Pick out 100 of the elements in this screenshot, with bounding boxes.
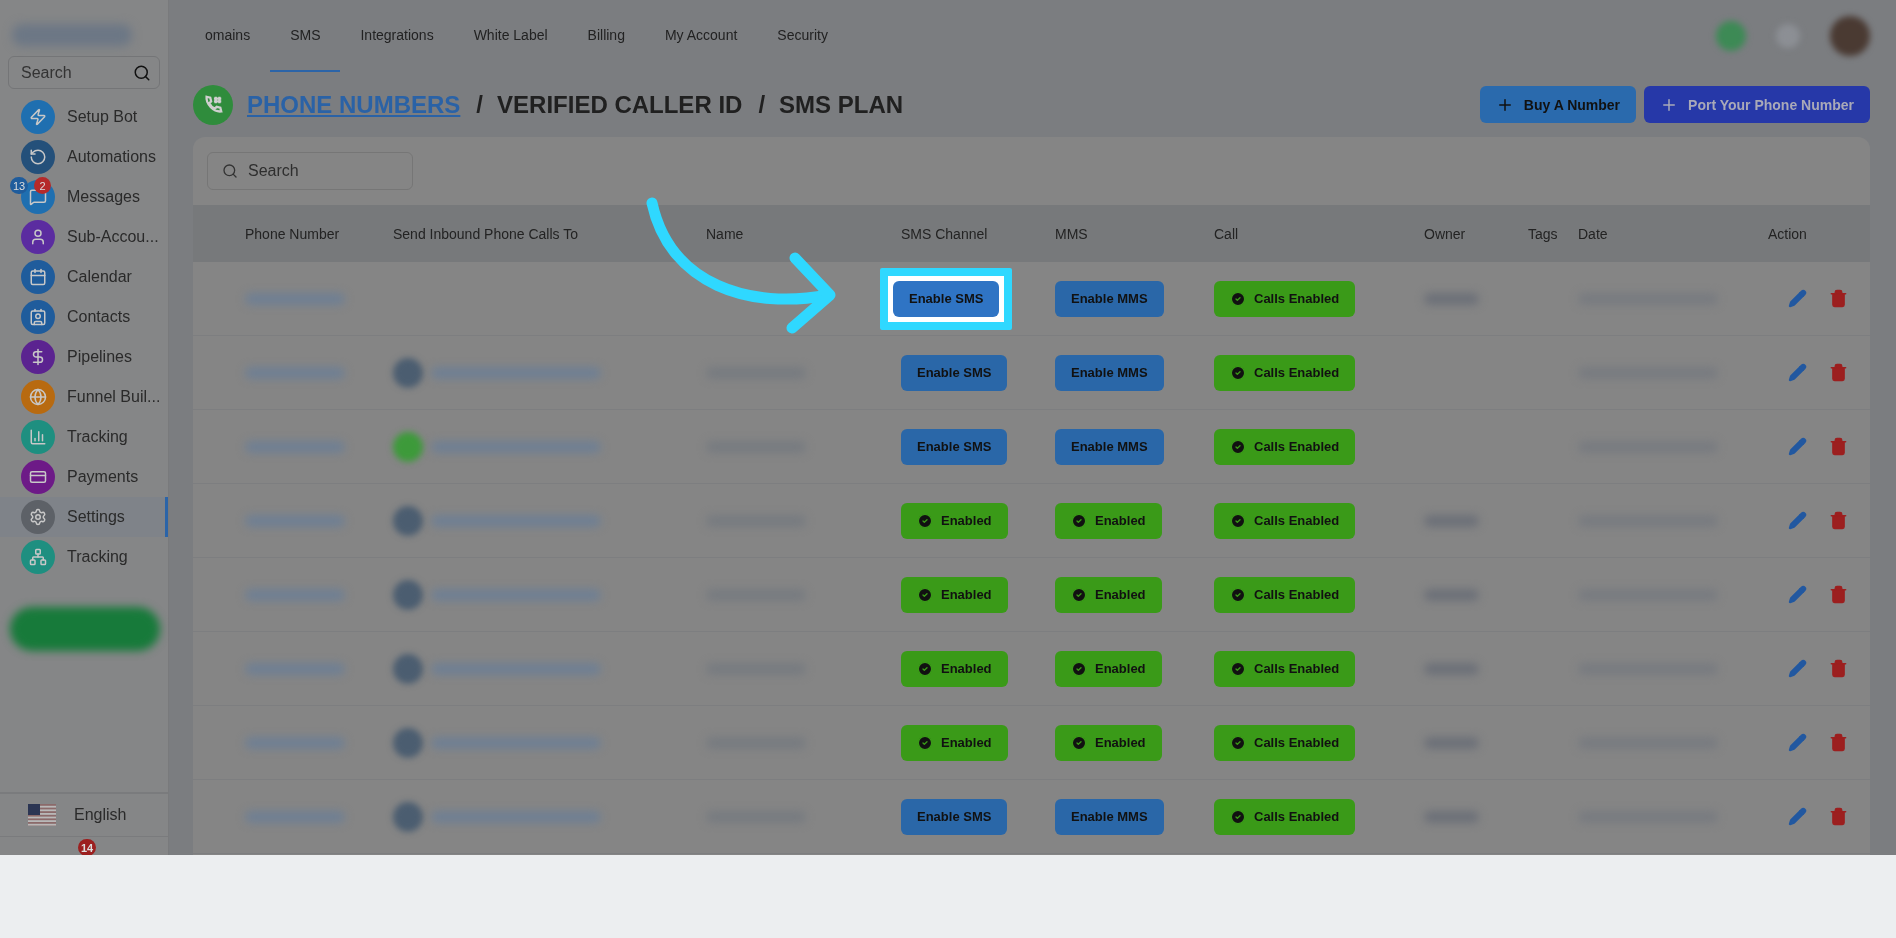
enabled-button[interactable]: Enabled xyxy=(1055,724,1162,761)
sidebar-label: Setup Bot xyxy=(67,108,138,126)
enabled-button[interactable]: Calls Enabled xyxy=(1214,650,1356,687)
nav-tab[interactable]: omains xyxy=(185,0,271,72)
language-selector[interactable]: English xyxy=(0,794,168,837)
enabled-button[interactable]: Calls Enabled xyxy=(1214,502,1356,539)
check-icon xyxy=(1071,734,1087,751)
enabled-button[interactable]: Calls Enabled xyxy=(1214,798,1356,835)
column-header: Send Inbound Phone Calls To xyxy=(393,225,579,242)
nav-tab[interactable]: SMS xyxy=(270,0,341,72)
search-field[interactable]: Search xyxy=(8,56,160,89)
column-header: Phone Number xyxy=(245,225,341,242)
edit-icon[interactable] xyxy=(1788,585,1807,604)
check-icon xyxy=(1230,364,1246,381)
delete-icon[interactable] xyxy=(1829,363,1848,382)
avatar[interactable] xyxy=(1830,16,1870,56)
sidebar-label: Tracking xyxy=(67,548,128,566)
breadcrumb-separator: / xyxy=(476,90,484,119)
check-icon xyxy=(1071,660,1087,677)
search-field[interactable]: Search xyxy=(207,152,413,190)
sidebar-item[interactable]: Setup Bot xyxy=(0,97,168,137)
count-badge: 2 xyxy=(34,177,51,194)
nav-tab[interactable]: My Account xyxy=(644,0,758,72)
enabled-button[interactable]: Enabled xyxy=(901,576,1008,613)
enabled-button[interactable]: Enabled xyxy=(1055,502,1162,539)
check-icon xyxy=(1230,660,1246,677)
breadcrumb-separator: / xyxy=(758,90,766,119)
sidebar-item[interactable]: Pipelines xyxy=(0,337,168,377)
column-header: SMS Channel xyxy=(901,225,989,242)
edit-icon[interactable] xyxy=(1788,807,1807,826)
sidebar-label: Messages xyxy=(67,188,140,206)
nav-tab[interactable]: Integrations xyxy=(340,0,454,72)
check-icon xyxy=(917,586,933,603)
delete-icon[interactable] xyxy=(1829,585,1848,604)
enable-button[interactable]: Enable MMS xyxy=(1055,798,1164,835)
enabled-button[interactable]: Calls Enabled xyxy=(1214,354,1356,391)
sidebar-label: Payments xyxy=(67,468,139,486)
enable-button[interactable]: Enable SMS xyxy=(901,354,1008,391)
enabled-button[interactable]: Enabled xyxy=(1055,650,1162,687)
enabled-button[interactable]: Calls Enabled xyxy=(1214,280,1356,317)
edit-icon[interactable] xyxy=(1788,511,1807,530)
check-icon xyxy=(917,512,933,529)
delete-icon[interactable] xyxy=(1829,437,1848,456)
blurred-icon[interactable] xyxy=(1716,21,1746,51)
delete-icon[interactable] xyxy=(1829,807,1848,826)
nav-tab[interactable]: Security xyxy=(757,0,848,72)
nav-tab[interactable]: White Label xyxy=(453,0,568,72)
search-icon xyxy=(222,163,238,179)
nav-tab[interactable]: Billing xyxy=(567,0,645,72)
edit-icon[interactable] xyxy=(1788,289,1807,308)
blurred-button[interactable] xyxy=(10,607,160,651)
sidebar-label: Sub-Accou... xyxy=(67,228,159,246)
breadcrumb-item: VERIFIED CALLER ID xyxy=(497,90,743,119)
count-badge: 14 xyxy=(78,839,97,855)
enabled-button[interactable]: Calls Enabled xyxy=(1214,576,1356,613)
search-icon xyxy=(133,63,151,82)
sidebar-item[interactable]: Automations xyxy=(0,137,168,177)
column-header: Name xyxy=(706,225,745,242)
enable-button[interactable]: Enable MMS xyxy=(1055,354,1164,391)
delete-icon[interactable] xyxy=(1829,659,1848,678)
enable-button[interactable]: Enable SMS xyxy=(901,428,1008,465)
delete-icon[interactable] xyxy=(1829,289,1848,308)
sidebar-item[interactable]: Funnel Buil... xyxy=(0,377,168,417)
sidebar-item[interactable]: Messages 13 2 xyxy=(0,177,168,217)
delete-icon[interactable] xyxy=(1829,733,1848,752)
check-icon xyxy=(917,660,933,677)
edit-icon[interactable] xyxy=(1788,659,1807,678)
check-icon xyxy=(1071,586,1087,603)
enable-button[interactable]: Enable MMS xyxy=(1055,428,1164,465)
check-icon xyxy=(1230,734,1246,751)
check-icon xyxy=(1230,290,1246,307)
enabled-button[interactable]: Enabled xyxy=(901,724,1008,761)
edit-icon[interactable] xyxy=(1788,733,1807,752)
enabled-button[interactable]: Enabled xyxy=(901,650,1008,687)
sidebar-label: Automations xyxy=(67,148,156,166)
sidebar-item[interactable]: Tracking xyxy=(0,537,168,577)
edit-icon[interactable] xyxy=(1788,437,1807,456)
enabled-button[interactable]: Calls Enabled xyxy=(1214,428,1356,465)
check-icon xyxy=(1071,512,1087,529)
sidebar-item[interactable]: Calendar xyxy=(0,257,168,297)
column-header: Call xyxy=(1214,225,1240,242)
enabled-button[interactable]: Calls Enabled xyxy=(1214,724,1356,761)
enabled-button[interactable]: Enabled xyxy=(1055,576,1162,613)
sidebar-item[interactable]: Tracking xyxy=(0,417,168,457)
check-icon xyxy=(1230,808,1246,825)
enable-button[interactable]: Enable MMS xyxy=(1055,280,1164,317)
enable-button[interactable]: Enable SMS xyxy=(893,280,1000,317)
edit-icon[interactable] xyxy=(1788,363,1807,382)
sidebar-item[interactable]: Settings xyxy=(0,497,168,537)
header-button[interactable]: Buy A Number xyxy=(1479,86,1637,123)
header-button[interactable]: Port Your Phone Number xyxy=(1644,86,1870,123)
column-header: Action xyxy=(1768,225,1808,242)
sidebar-item[interactable]: Sub-Accou... xyxy=(0,217,168,257)
delete-icon[interactable] xyxy=(1829,511,1848,530)
enabled-button[interactable]: Enabled xyxy=(901,502,1008,539)
enable-button[interactable]: Enable SMS xyxy=(901,798,1008,835)
phone-icon xyxy=(193,84,233,125)
sidebar-item[interactable]: Payments xyxy=(0,457,168,497)
sidebar-item[interactable]: Contacts xyxy=(0,297,168,337)
check-icon xyxy=(1230,438,1246,455)
